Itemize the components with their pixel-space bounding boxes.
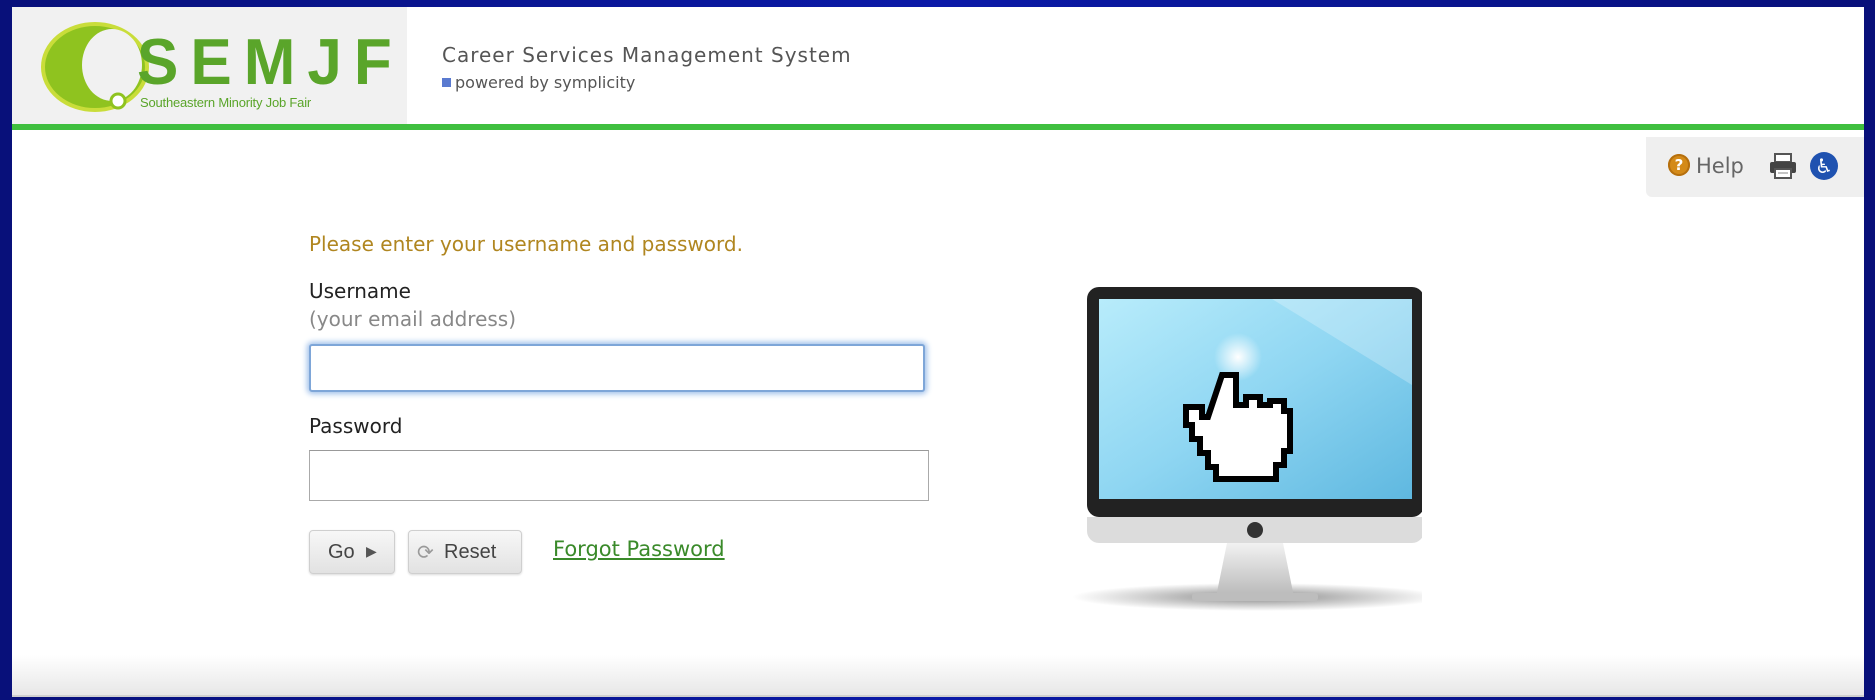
go-button-label: Go [328,541,355,563]
help-icon[interactable]: ? [1668,154,1690,176]
go-button[interactable]: Go ▶ [309,530,395,574]
refresh-icon: ⟳ [417,542,434,564]
powered-by: powered by symplicity [442,73,635,92]
header-divider [12,124,1864,130]
logo: SEMJF Southeastern Minority Job Fair [12,7,407,124]
footer-divider [12,695,1864,697]
logo-wordmark: SEMJF [137,26,404,99]
system-title: Career Services Management System [442,43,852,67]
username-hint: (your email address) [309,307,517,331]
logo-emblem-icon [41,22,149,112]
logo-subtitle: Southeastern Minority Job Fair [140,95,312,110]
login-page: SEMJF Southeastern Minority Job Fair Car… [12,7,1864,697]
username-label: Username [309,279,411,303]
square-icon [442,78,451,87]
username-input[interactable] [309,344,925,392]
computer-pointer-illustration [1072,287,1422,611]
accessibility-icon[interactable]: ♿ [1810,152,1838,180]
password-label: Password [309,414,403,438]
reset-button-label: Reset [444,541,497,563]
utility-bar: ? Help ♿ [1646,137,1864,197]
page-footer [12,655,1864,697]
play-arrow-icon: ▶ [366,543,377,559]
page-header: SEMJF Southeastern Minority Job Fair Car… [12,7,1864,130]
login-instructions: Please enter your username and password. [309,232,743,256]
help-link[interactable]: Help [1696,154,1744,178]
powered-by-text: powered by symplicity [455,73,636,92]
forgot-password-link[interactable]: Forgot Password [553,537,725,561]
reset-button[interactable]: ⟳ Reset [408,530,522,574]
print-icon[interactable] [1768,152,1798,180]
password-input[interactable] [309,450,929,501]
